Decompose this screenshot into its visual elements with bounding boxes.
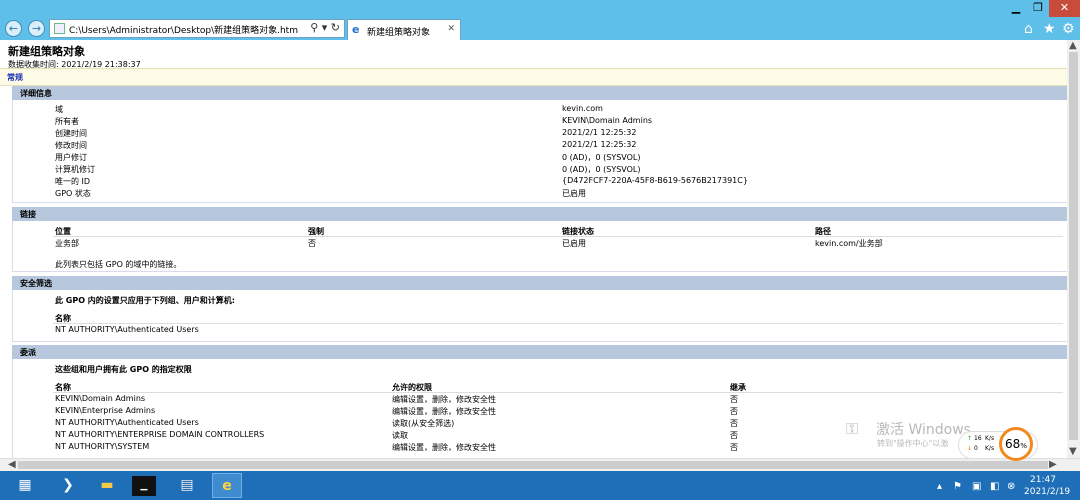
tray-chevron-icon[interactable]: ▴: [937, 481, 942, 492]
detail-value: 0 (AD)，0 (SYSVOL): [562, 153, 641, 162]
detail-label: 计算机修订: [55, 165, 95, 174]
refresh-icon[interactable]: ↻: [331, 21, 340, 34]
detail-value: KEVIN\Domain Admins: [562, 116, 653, 125]
detail-label: 所有者: [55, 117, 79, 126]
key-icon: ⚿: [846, 419, 859, 438]
detail-label: 域: [55, 105, 63, 114]
activation-watermark-title: 激活 Windows: [876, 422, 971, 438]
home-icon[interactable]: ⌂: [1024, 21, 1033, 37]
details-header-label: 详细信息: [20, 89, 52, 98]
general-link[interactable]: 常规: [7, 72, 23, 83]
minimize-icon: ▁: [1011, 1, 1021, 14]
powershell-icon[interactable]: ❯: [53, 473, 83, 498]
activation-watermark-subtitle: 转到"操作中心"以激: [877, 439, 949, 448]
scroll-up-icon[interactable]: ▲: [1069, 40, 1077, 51]
upload-arrow-icon: ↑: [967, 435, 973, 442]
taskbar: [0, 471, 1080, 500]
links-header-label: 链接: [20, 210, 36, 219]
link-location: 业务部: [55, 239, 79, 248]
detail-value: kevin.com: [562, 104, 603, 113]
link-path: kevin.com/业务部: [815, 239, 883, 248]
restore-icon: ❐: [1033, 1, 1043, 14]
gpmc-icon[interactable]: ▤: [172, 473, 202, 498]
detail-label: 创建时间: [55, 129, 87, 138]
search-icon[interactable]: ⚲: [310, 21, 318, 34]
memory-gauge[interactable]: 68%: [999, 427, 1033, 461]
forward-arrow-icon: →: [31, 22, 42, 35]
settings-gear-icon[interactable]: ⚙: [1062, 21, 1075, 37]
download-unit: K/s: [985, 445, 995, 452]
detail-value: {D472FCF7-220A-45F8-B619-5676B217391C}: [562, 176, 748, 185]
detail-value: 2021/2/1 12:25:32: [562, 128, 637, 137]
detail-label: 修改时间: [55, 141, 87, 150]
detail-value: 已启用: [562, 189, 586, 198]
links-section-header[interactable]: 链接: [12, 207, 1067, 221]
detail-label: 唯一的 ID: [55, 177, 91, 186]
scroll-down-icon[interactable]: ▼: [1069, 446, 1077, 457]
internet-explorer-icon[interactable]: e: [212, 473, 242, 498]
page-favicon-icon: [54, 23, 65, 34]
clock-date[interactable]: 2021/2/19: [1024, 487, 1070, 497]
page-title: 新建组策略对象: [8, 45, 85, 58]
server-manager-icon[interactable]: ▦: [10, 473, 40, 498]
link-status: 已启用: [562, 239, 586, 248]
security-section-header[interactable]: 安全筛选: [12, 276, 1067, 290]
detail-value: 0 (AD)，0 (SYSVOL): [562, 165, 641, 174]
delegation-intro: 这些组和用户拥有此 GPO 的指定权限: [55, 365, 192, 374]
link-enforced: 否: [308, 239, 316, 248]
detail-value: 2021/2/1 12:25:32: [562, 140, 637, 149]
links-note: 此列表只包括 GPO 的域中的链接。: [55, 260, 182, 269]
close-tab-icon[interactable]: ✕: [447, 24, 455, 34]
details-section-body: 域 kevin.com 所有者 KEVIN\Domain Admins 创建时间 20…: [12, 100, 1067, 203]
minimize-button[interactable]: ▁: [1005, 0, 1027, 17]
upload-speed: 16: [974, 435, 982, 442]
tray-network-icon[interactable]: ▣: [972, 481, 981, 492]
address-text: C:\Users\Administrator\Desktop\新建组策略对象.h…: [69, 26, 298, 36]
ie-icon: e: [352, 23, 360, 36]
tray-flag-icon[interactable]: ⚑: [953, 481, 962, 492]
tray-volume-icon[interactable]: ◧: [990, 481, 999, 492]
detail-label: GPO 状态: [55, 189, 91, 198]
address-bar[interactable]: C:\Users\Administrator\Desktop\新建组策略对象.h…: [49, 19, 345, 38]
delegation-section-header[interactable]: 委派: [12, 345, 1067, 359]
restore-button[interactable]: ❐: [1027, 0, 1049, 17]
gauge-percent-sign: %: [1020, 442, 1027, 450]
tab-title: 新建组策略对象: [367, 28, 431, 38]
links-section-body: 位置 强制 链接状态 路径 业务部 否 已启用 kevin.com/业务部 此列…: [12, 221, 1067, 272]
details-section-header[interactable]: 详细信息: [12, 86, 1067, 100]
command-prompt-icon[interactable]: ▁: [132, 476, 156, 496]
clock-time[interactable]: 21:47: [1030, 475, 1056, 485]
tray-action-center-icon[interactable]: ⊗: [1007, 481, 1015, 492]
dropdown-icon[interactable]: ▾: [322, 21, 328, 34]
forward-button[interactable]: →: [28, 20, 45, 37]
scroll-right-icon[interactable]: ▶: [1049, 459, 1057, 470]
table-row: NT AUTHORITY\Authenticated Users: [55, 325, 199, 334]
horizontal-scroll-thumb[interactable]: [18, 461, 1048, 469]
download-arrow-icon: ↓: [967, 445, 973, 452]
download-speed: 0: [974, 445, 978, 452]
security-intro: 此 GPO 内的设置只应用于下列组、用户和计算机:: [55, 296, 235, 305]
delegation-header-label: 委派: [20, 348, 36, 357]
scroll-left-icon[interactable]: ◀: [8, 459, 16, 470]
detail-label: 用户修订: [55, 153, 87, 162]
gauge-percent: 68: [1005, 437, 1021, 451]
vertical-scroll-thumb[interactable]: [1069, 52, 1078, 440]
file-explorer-icon[interactable]: ▬: [92, 473, 122, 498]
back-arrow-icon: ←: [8, 22, 19, 35]
security-section-body: 此 GPO 内的设置只应用于下列组、用户和计算机: 名称 NT AUTHORIT…: [12, 290, 1067, 342]
close-icon: ✕: [1059, 1, 1070, 14]
back-button[interactable]: ←: [5, 20, 22, 37]
general-bar: 常规: [0, 68, 1067, 86]
security-header-label: 安全筛选: [20, 279, 52, 288]
favorites-star-icon[interactable]: ★: [1043, 21, 1056, 37]
browser-tab[interactable]: e 新建组策略对象 ✕: [347, 19, 461, 40]
close-window-button[interactable]: ✕: [1049, 0, 1080, 17]
upload-unit: K/s: [985, 435, 995, 442]
